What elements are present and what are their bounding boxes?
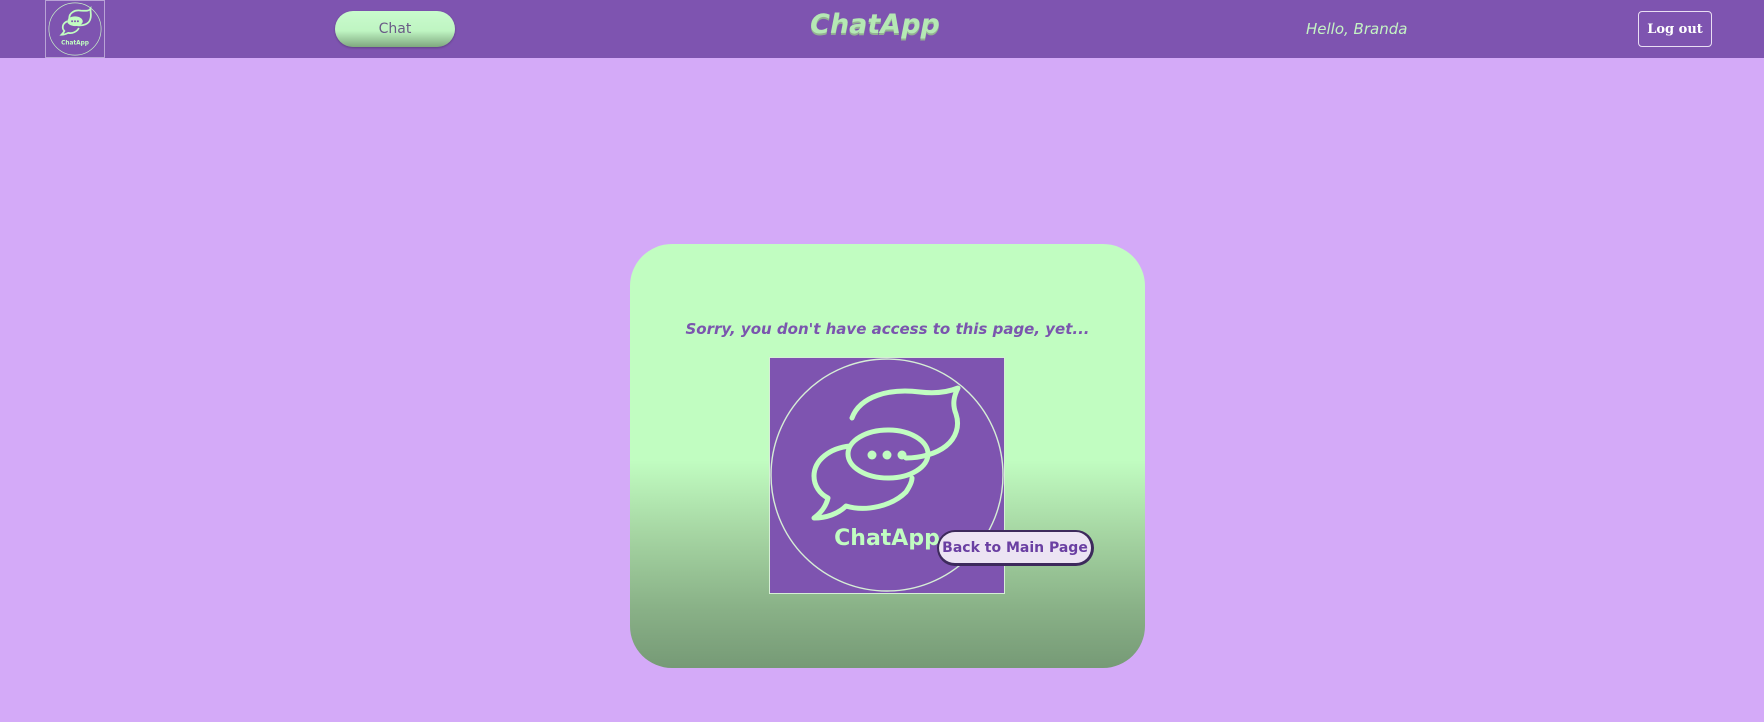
- user-greeting: Hello, Branda: [1306, 20, 1408, 38]
- access-denied-card: Sorry, you don't have access to this pag…: [630, 244, 1145, 668]
- logo-text: ChatApp: [61, 40, 89, 46]
- logout-button[interactable]: Log out: [1638, 11, 1712, 47]
- navbar: ChatApp Chat ChatApp Hello, Branda Log o…: [0, 0, 1764, 58]
- app-title: ChatApp: [810, 9, 940, 40]
- back-to-main-page-button[interactable]: Back to Main Page: [937, 530, 1094, 566]
- access-denied-message: Sorry, you don't have access to this pag…: [685, 320, 1090, 338]
- logo-text: ChatApp: [834, 526, 940, 551]
